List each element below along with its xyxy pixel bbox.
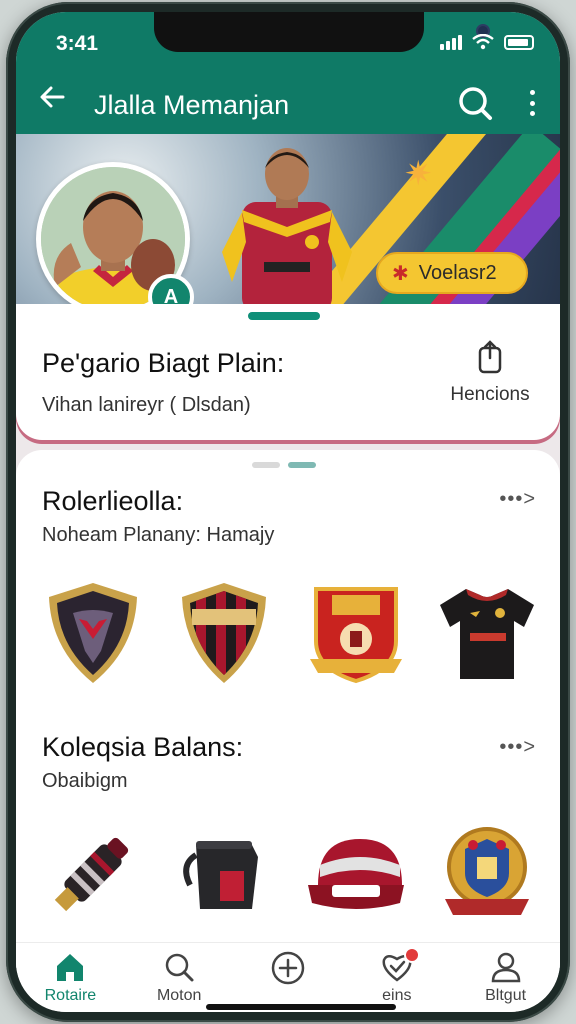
section-more-button[interactable]: •••> <box>499 488 536 511</box>
nav-label: Bltgut <box>485 987 527 1004</box>
page-title: Jlalla Memanjan <box>94 90 290 120</box>
section-title-balance: Koleqsia Balans: <box>42 732 244 762</box>
plus-circle-icon <box>271 951 305 985</box>
medal-badge-icon[interactable] <box>434 818 540 928</box>
nav-add[interactable] <box>234 943 343 1012</box>
nav-home[interactable]: Rotaire <box>16 943 125 1012</box>
collections-card: Rolerlieolla: Noheam Planany: Hamajy •••… <box>16 450 560 970</box>
crest-badge-icon[interactable] <box>303 578 409 688</box>
nav-favorites[interactable]: eins <box>342 943 451 1012</box>
section-title-collections: Rolerlieolla: <box>42 486 184 516</box>
star-icon: ✱ <box>392 262 409 285</box>
phone-frame: 3:41 Jlalla Memanjan ✷ A ✱ Voelasr2 Pe'g… <box>6 2 570 1022</box>
search-icon <box>165 953 194 982</box>
collection-items-row <box>40 578 540 688</box>
jersey-icon[interactable] <box>434 578 540 688</box>
signal-icon <box>440 34 462 50</box>
nav-profile[interactable]: Bltgut <box>451 943 560 1012</box>
status-time: 3:41 <box>56 32 99 55</box>
battery-icon <box>504 34 534 50</box>
club-crest-shield-icon[interactable] <box>40 578 146 688</box>
section-subtitle-collections: Noheam Planany: Hamajy <box>42 524 275 546</box>
share-icon <box>478 340 502 374</box>
votes-pill-label: Voelasr2 <box>418 261 497 284</box>
wifi-icon <box>472 34 494 50</box>
profile-action-button[interactable]: Hencions <box>448 340 532 418</box>
player-photo <box>222 148 352 312</box>
search-button[interactable] <box>454 82 496 124</box>
status-icons <box>440 34 534 50</box>
screen: 3:41 Jlalla Memanjan ✷ A ✱ Voelasr2 Pe'g… <box>16 12 560 1012</box>
notch <box>154 12 490 52</box>
bottom-nav: Rotaire Moton eins Bltgut <box>16 942 560 1012</box>
nav-label: Moton <box>156 987 202 1004</box>
nav-search[interactable]: Moton <box>125 943 234 1012</box>
profile-name: Pe'gario Biagt Plain: <box>42 348 285 378</box>
profile-icon <box>491 952 520 983</box>
striped-shield-icon[interactable] <box>171 578 277 688</box>
back-button[interactable] <box>32 82 72 123</box>
profile-action-label: Hencions <box>450 384 530 405</box>
balance-items-row <box>40 818 540 928</box>
profile-subtitle: Vihan lanireyr ( Dlsdan) <box>42 394 251 416</box>
section-more-button[interactable]: •••> <box>499 736 536 759</box>
scarf-roll-icon[interactable] <box>40 818 146 928</box>
sparkle-icon: ✷ <box>404 155 433 193</box>
app-bar: Jlalla Memanjan <box>16 74 560 134</box>
active-tab-indicator <box>248 312 320 320</box>
nav-label: Rotaire <box>44 987 97 1004</box>
top-bar: 3:41 Jlalla Memanjan <box>16 12 560 134</box>
page-dots <box>252 462 316 468</box>
kettle-icon[interactable] <box>171 818 277 928</box>
profile-card: Pe'gario Biagt Plain: Vihan lanireyr ( D… <box>16 304 560 440</box>
arrow-left-icon <box>40 86 65 108</box>
cap-icon[interactable] <box>303 818 409 928</box>
more-options-button[interactable] <box>522 84 542 122</box>
votes-pill[interactable]: ✱ Voelasr2 <box>376 252 528 294</box>
nav-label: eins <box>382 987 412 1004</box>
notification-dot <box>404 947 421 963</box>
home-icon <box>57 954 84 981</box>
home-indicator[interactable] <box>206 1004 396 1010</box>
section-subtitle-balance: Obaibigm <box>42 770 128 792</box>
search-icon <box>459 87 492 120</box>
